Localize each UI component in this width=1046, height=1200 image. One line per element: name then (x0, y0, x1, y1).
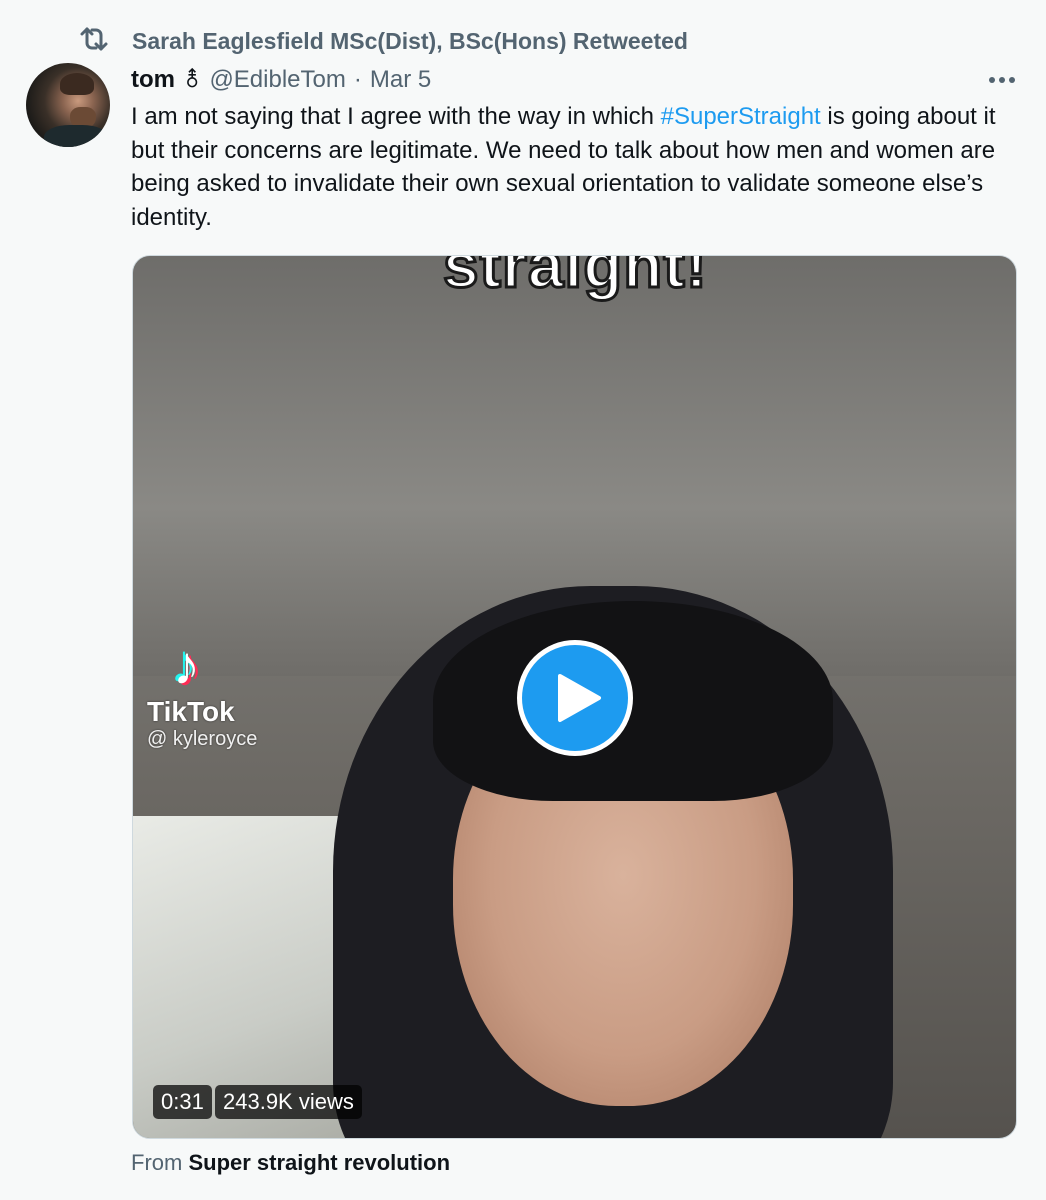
author-avatar[interactable] (26, 63, 110, 147)
header-separator: · (353, 66, 362, 93)
more-options-button[interactable] (984, 68, 1020, 92)
tiktok-watermark: ♪ TikTok @ kyleroyce (147, 636, 287, 751)
tweet-body: I am not saying that I agree with the wa… (131, 100, 1031, 234)
author-name[interactable]: tom (131, 66, 175, 94)
tweet-date[interactable]: Mar 5 (370, 66, 431, 94)
more-horizontal-icon (989, 77, 995, 83)
play-button[interactable] (517, 640, 633, 756)
video-player[interactable]: straight! ♪ TikTok @ kyleroyce 0:31 243.… (132, 255, 1017, 1139)
video-source: From Super straight revolution (131, 1150, 450, 1176)
tiktok-username: @ kyleroyce (147, 728, 258, 750)
author-handle[interactable]: @EdibleTom (209, 66, 345, 94)
retweet-context: Sarah Eaglesfield MSc(Dist), BSc(Hons) R… (78, 26, 688, 56)
tiktok-brand: TikTok (147, 696, 235, 727)
tiktok-logo-icon: ♪ (173, 636, 200, 696)
hashtag-link[interactable]: #SuperStraight (661, 103, 821, 130)
play-icon (558, 674, 601, 722)
retweet-icon (78, 25, 110, 58)
video-duration-badge: 0:31 (153, 1085, 212, 1119)
source-link[interactable]: Super straight revolution (188, 1150, 450, 1175)
video-subject-hair (433, 601, 833, 801)
tweet-header: tom ⚨ @EdibleTom · Mar 5 (131, 62, 431, 98)
author-name-symbol: ⚨ (183, 67, 202, 92)
video-caption-text: straight! (442, 255, 709, 303)
video-views-badge: 243.9K views (215, 1085, 362, 1119)
source-label: From (131, 1150, 183, 1175)
tweet-text-start: I am not saying that I agree with the wa… (131, 103, 661, 130)
retweeted-by-link[interactable]: Sarah Eaglesfield MSc(Dist), BSc(Hons) R… (132, 28, 688, 55)
